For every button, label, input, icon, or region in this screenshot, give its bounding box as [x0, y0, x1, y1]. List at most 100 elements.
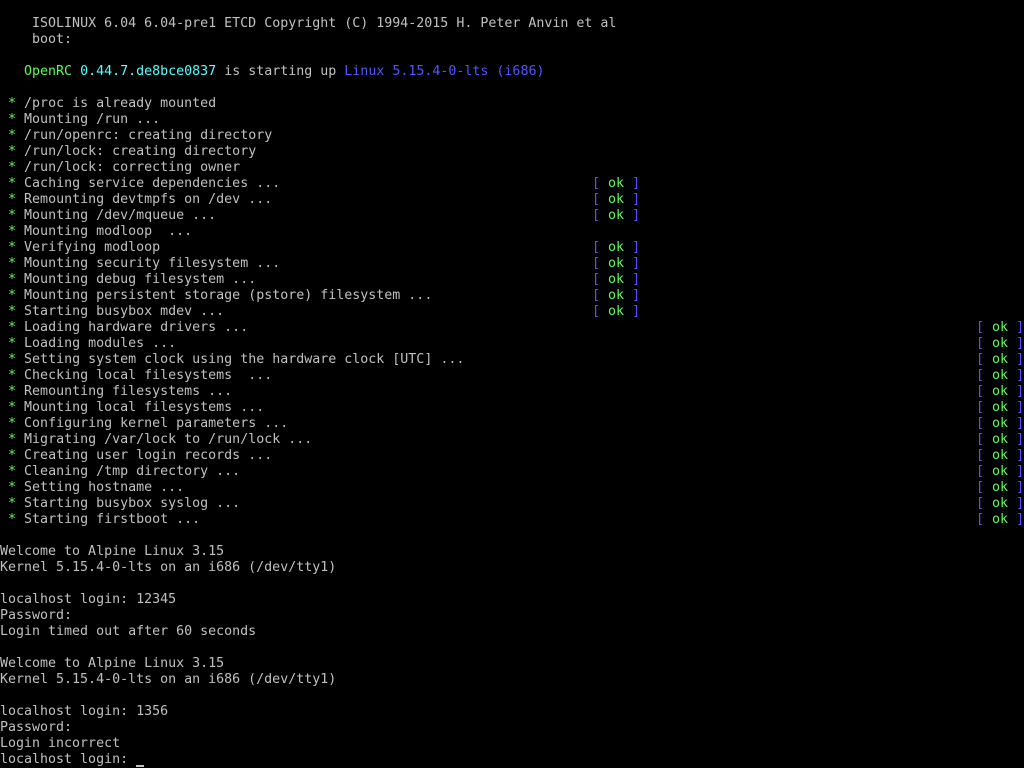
login-incorrect-message: Login incorrect: [0, 736, 1024, 752]
service-text: Mounting persistent storage (pstore) fil…: [24, 288, 433, 303]
service-text: Mounting modloop ...: [24, 224, 193, 239]
login-prompt-text: localhost login: 12345: [0, 592, 177, 607]
openrc-arch: (i686): [496, 64, 545, 79]
status-ok: [ ok ]: [592, 240, 641, 255]
status-ok: [ ok ]: [592, 272, 641, 287]
boot-prompt: boot:: [0, 16, 1024, 47]
service-text: Remounting devtmpfs on /dev ...: [24, 192, 273, 207]
text-cursor[interactable]: [136, 765, 145, 767]
kernel-info: Kernel 5.15.4-0-lts on an i686 (/dev/tty…: [0, 672, 1024, 688]
bullet-icon: *: [8, 480, 17, 495]
service-line: * /run/lock: correcting owner: [0, 160, 1024, 176]
service-text: Setting system clock using the hardware …: [24, 352, 465, 367]
bullet-icon: *: [8, 192, 17, 207]
openrc-starting-text: is starting up: [224, 64, 337, 79]
bullet-icon: *: [8, 400, 17, 415]
status-ok: [ ok ]: [592, 288, 641, 303]
bullet-icon: *: [8, 304, 17, 319]
isolinux-banner: ISOLINUX 6.04 6.04-pre1 ETCD Copyright (…: [0, 0, 1024, 31]
login-incorrect-text: Login incorrect: [0, 736, 121, 751]
status-ok: [ ok ]: [976, 480, 1024, 495]
bullet-icon: *: [8, 160, 17, 175]
service-text: Starting busybox mdev ...: [24, 304, 225, 319]
welcome-message: Welcome to Alpine Linux 3.15: [0, 656, 1024, 672]
service-text: Configuring kernel parameters ...: [24, 416, 289, 431]
bullet-icon: *: [8, 432, 17, 447]
service-text: Mounting /run ...: [24, 112, 161, 127]
service-text: Checking local filesystems ...: [24, 368, 273, 383]
service-line: * Starting busybox mdev ... [ ok ]: [0, 304, 1024, 320]
service-text: Loading hardware drivers ...: [24, 320, 249, 335]
service-line: * Setting system clock using the hardwar…: [0, 352, 1024, 368]
bullet-icon: *: [8, 384, 17, 399]
bullet-icon: *: [8, 96, 17, 111]
welcome-message: Welcome to Alpine Linux 3.15: [0, 544, 1024, 560]
bullet-icon: *: [8, 144, 17, 159]
service-line: * Remounting filesystems ... [ ok ]: [0, 384, 1024, 400]
status-ok: [ ok ]: [976, 320, 1024, 335]
active-login-prompt-text[interactable]: localhost login:: [0, 752, 136, 767]
status-ok: [ ok ]: [592, 256, 641, 271]
service-text: Mounting local filesystems ...: [24, 400, 265, 415]
service-line: * Loading hardware drivers ... [ ok ]: [0, 320, 1024, 336]
bullet-icon: *: [8, 448, 17, 463]
welcome-text: Welcome to Alpine Linux 3.15: [0, 544, 225, 559]
login-timeout-text: Login timed out after 60 seconds: [0, 624, 257, 639]
service-line: * Starting firstboot ... [ ok ]: [0, 512, 1024, 528]
bullet-icon: *: [8, 416, 17, 431]
status-ok: [ ok ]: [976, 432, 1024, 447]
bullet-icon: *: [8, 240, 17, 255]
terminal-screen[interactable]: ISOLINUX 6.04 6.04-pre1 ETCD Copyright (…: [0, 0, 1024, 768]
service-text: Setting hostname ...: [24, 480, 185, 495]
bullet-icon: *: [8, 176, 17, 191]
status-ok: [ ok ]: [592, 304, 641, 319]
service-line: * Verifying modloop [ ok ]: [0, 240, 1024, 256]
service-text: Starting firstboot ...: [24, 512, 201, 527]
service-line: * Mounting security filesystem ... [ ok ]: [0, 256, 1024, 272]
service-line: * /run/openrc: creating directory: [0, 128, 1024, 144]
status-ok: [ ok ]: [976, 464, 1024, 479]
service-line: * Loading modules ... [ ok ]: [0, 336, 1024, 352]
status-ok: [ ok ]: [976, 448, 1024, 463]
bullet-icon: *: [8, 224, 17, 239]
service-line: * Mounting /run ...: [0, 112, 1024, 128]
bullet-icon: *: [8, 464, 17, 479]
service-line: * /proc is already mounted: [0, 96, 1024, 112]
status-ok: [ ok ]: [976, 352, 1024, 367]
bullet-icon: *: [8, 128, 17, 143]
service-text: /run/lock: correcting owner: [24, 160, 241, 175]
service-text: Remounting filesystems ...: [24, 384, 233, 399]
bullet-icon: *: [8, 496, 17, 511]
service-text: Mounting security filesystem ...: [24, 256, 281, 271]
service-text: Migrating /var/lock to /run/lock ...: [24, 432, 313, 447]
bullet-icon: *: [8, 256, 17, 271]
service-line: * /run/lock: creating directory: [0, 144, 1024, 160]
kernel-info: Kernel 5.15.4-0-lts on an i686 (/dev/tty…: [0, 560, 1024, 576]
service-line: * Starting busybox syslog ... [ ok ]: [0, 496, 1024, 512]
service-text: /run/lock: creating directory: [24, 144, 257, 159]
bullet-icon: *: [8, 112, 17, 127]
bullet-icon: *: [8, 320, 17, 335]
status-ok: [ ok ]: [976, 416, 1024, 431]
service-text: Mounting /dev/mqueue ...: [24, 208, 217, 223]
status-ok: [ ok ]: [976, 496, 1024, 511]
service-line: * Remounting devtmpfs on /dev ... [ ok ]: [0, 192, 1024, 208]
service-text: /proc is already mounted: [24, 96, 217, 111]
openrc-version: 0.44.7.de8bce0837: [80, 64, 217, 79]
service-line: * Checking local filesystems ... [ ok ]: [0, 368, 1024, 384]
bullet-icon: *: [8, 512, 17, 527]
status-ok: [ ok ]: [976, 336, 1024, 351]
boot-prompt-text: boot:: [32, 32, 73, 47]
bullet-icon: *: [8, 368, 17, 383]
status-ok: [ ok ]: [976, 368, 1024, 383]
active-login-prompt[interactable]: localhost login:: [0, 752, 1024, 768]
status-ok: [ ok ]: [592, 208, 641, 223]
service-line: * Migrating /var/lock to /run/lock ... [ …: [0, 432, 1024, 448]
service-line: * Caching service dependencies ... [ ok ]: [0, 176, 1024, 192]
password-prompt-text: Password:: [0, 608, 73, 623]
welcome-text: Welcome to Alpine Linux 3.15: [0, 656, 225, 671]
status-ok: [ ok ]: [592, 176, 641, 191]
service-text: /run/openrc: creating directory: [24, 128, 273, 143]
service-line: * Mounting persistent storage (pstore) f…: [0, 288, 1024, 304]
status-ok: [ ok ]: [976, 400, 1024, 415]
